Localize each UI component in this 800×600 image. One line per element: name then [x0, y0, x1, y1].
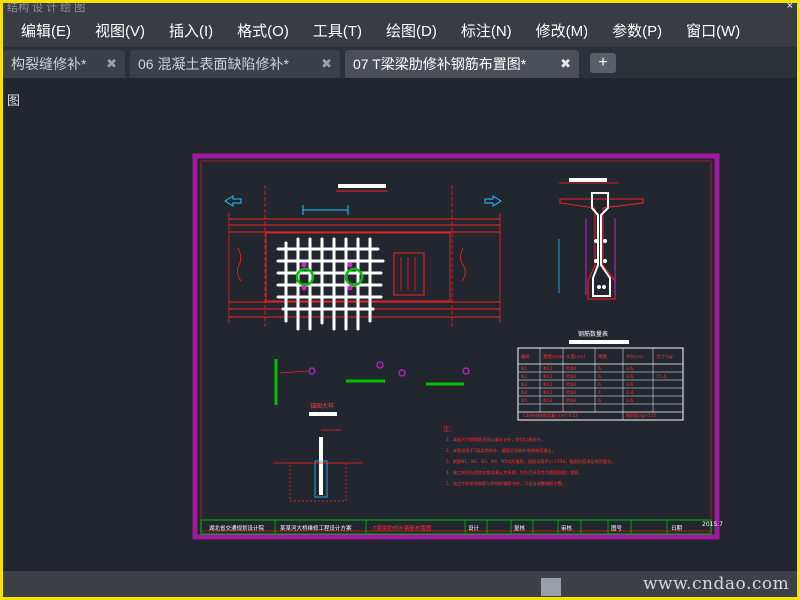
table-cell: 6	[598, 366, 601, 372]
table-cell: 3.6	[626, 366, 633, 372]
table-cell: Φ12	[543, 382, 552, 388]
year-stamp: 2015.7	[702, 521, 723, 528]
table-cell: N3	[521, 382, 527, 388]
table-cell: N5	[521, 398, 527, 404]
table-cell: 6	[598, 382, 601, 388]
anchorage-detail: 锚固大样	[273, 402, 363, 502]
watermark: www.cndao.com	[643, 574, 790, 594]
table-header: 根数	[598, 353, 607, 360]
table-cell: 6	[598, 398, 601, 404]
table-cell: N1	[521, 366, 527, 372]
table-cell: N2	[521, 374, 527, 380]
project-name: 某某河大桥维修工程设计方案	[280, 524, 352, 532]
table-cell: 6	[598, 374, 601, 380]
table-cell: 3.6	[626, 374, 633, 380]
table-cell: 约60	[566, 373, 576, 380]
table-header: 合计(kg)	[656, 353, 674, 360]
table-cell: N4	[521, 390, 527, 396]
rebar-details	[274, 359, 470, 405]
sheet-border	[192, 153, 720, 540]
horizontal-scrollbar-thumb[interactable]	[541, 578, 561, 596]
table-cell: 3.6	[626, 398, 633, 404]
table-cell: 约60	[566, 397, 576, 404]
note-line: 5、施工中如发现钢筋与原结构钢筋冲突，可适当调整钢筋位置。	[446, 480, 566, 487]
table-cell: 3.6	[626, 382, 633, 388]
table-header: 共长(m)	[626, 353, 643, 360]
drawing-name: T梁梁肋修补钢筋布置图	[372, 524, 432, 532]
table-cell: 约60	[566, 381, 576, 388]
cross-section	[558, 178, 644, 300]
beam-elevation	[228, 185, 501, 328]
note-line: 1、本图尺寸除钢筋直径以毫米计外，余均以厘米计。	[446, 436, 545, 443]
table-cell: Φ12	[543, 390, 552, 396]
elevation-title	[336, 184, 388, 192]
drawing-notes: 注： 1、本图尺寸除钢筋直径以毫米计外，余均以厘米计。 2、本图适用于T梁梁肋修补…	[443, 425, 615, 487]
table-cell: 15.4	[656, 374, 666, 380]
table-cell: Φ12	[543, 366, 552, 372]
note-line: 3、钢筋N1、N2、N3、N4、N5均为植筋，植筋深度不小于15d，锚固长度满足…	[446, 458, 615, 465]
date-label: 日期	[671, 525, 683, 532]
review-label: 复核	[514, 524, 526, 532]
table-cell: 4	[598, 390, 601, 396]
approve-label: 审核	[561, 524, 573, 532]
rebar-grid	[276, 237, 385, 331]
detail-title: 锚固大样	[310, 402, 334, 410]
table-header: 编号	[521, 353, 530, 360]
design-label: 设计	[468, 524, 480, 532]
table-header: 长度(cm)	[566, 353, 586, 360]
direction-arrows	[224, 195, 502, 215]
table-title: 钢筋数量表	[578, 330, 608, 338]
table-cell: Φ12	[543, 374, 552, 380]
drawing-number-label: 图号	[611, 524, 623, 532]
rebar-table: 钢筋数量表 编号 直径(mm) 长度(cm) 根数 共长(m) 合计(kg) N…	[517, 330, 684, 421]
app-window: 结构 设 计 绘 图 × 编辑(E) 视图(V) 插入(I) 格式(O) 工具(…	[0, 0, 800, 600]
table-footer-right: 植筋胶(kg) 0.15	[626, 412, 657, 418]
table-footer-left: C30补偿收缩混凝土(m³) 0.12	[523, 412, 578, 418]
design-unit: 湖北省交通规划设计院	[209, 524, 265, 532]
inner-frame	[200, 160, 712, 532]
table-header: 直径(mm)	[543, 353, 565, 360]
notes-heading: 注：	[443, 425, 455, 433]
note-line: 4、施工前应先凿除松散混凝土并清理，钻孔后采用专用植筋胶植入钢筋。	[446, 469, 583, 476]
title-block: 湖北省交通规划设计院 某某河大桥维修工程设计方案 T梁梁肋修补钢筋布置图 设计 …	[200, 519, 723, 535]
cad-drawing-sheet[interactable]: 锚固大样 钢筋数量表 编号 直径(mm) 长度(cm) 根数 共长(m) 合计(…	[3, 3, 800, 600]
note-line: 2、本图适用于T梁梁肋修补，植筋后浇筑补偿收缩混凝土。	[446, 447, 556, 454]
table-cell: 2.4	[626, 390, 633, 396]
table-cell: Φ12	[543, 398, 552, 404]
table-cell: 约60	[566, 365, 576, 372]
table-cell: 约60	[566, 389, 576, 396]
